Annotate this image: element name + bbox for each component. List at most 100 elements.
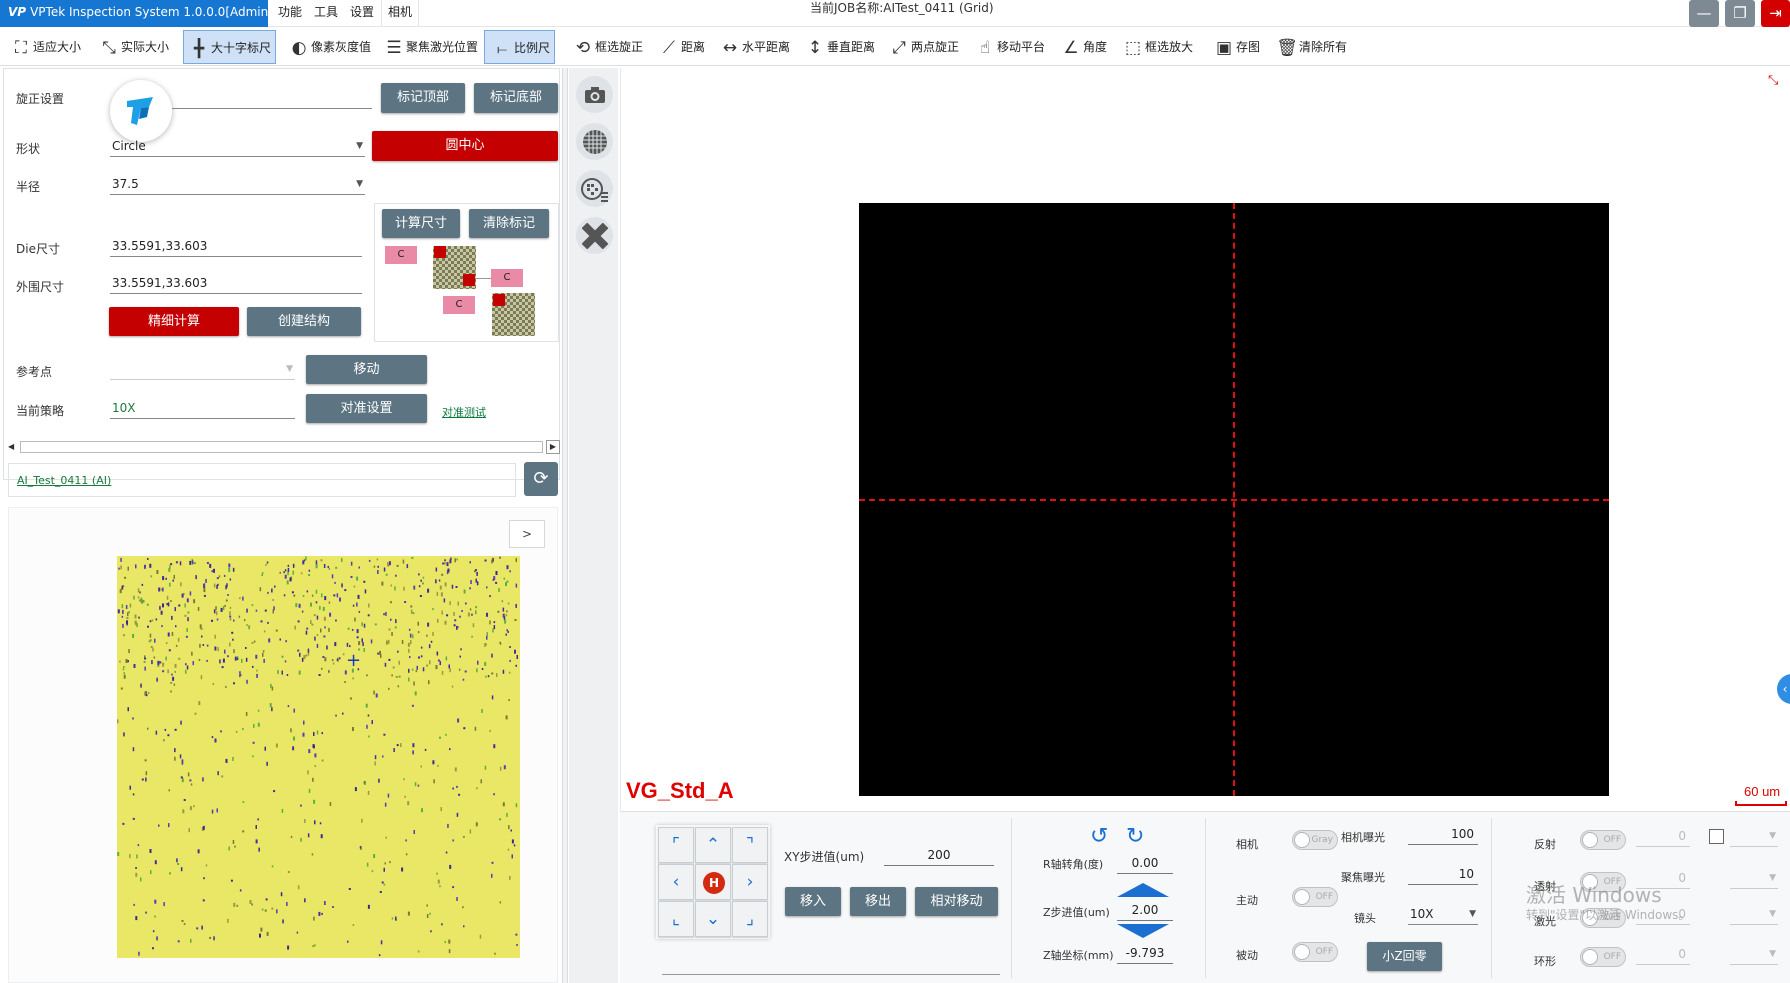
horizontal-distance-button[interactable]: ↔ 水平距离 [715,30,794,64]
refresh-recipe-button[interactable]: ⟳ [524,462,558,496]
actual-size-button[interactable]: ⤡ 实际大小 [94,30,173,64]
scroll-right-icon[interactable]: ▶ [546,440,560,454]
vertical-distance-button[interactable]: ↕ 垂直距离 [800,30,879,64]
mark-bottom-button[interactable]: 标记底部 [474,83,558,113]
side-expand-tab[interactable]: ‹ [1777,674,1790,704]
active-toggle[interactable]: OFF [1292,887,1338,907]
menu-camera[interactable]: 相机 [381,0,420,27]
box-rotate-button[interactable]: ⟲ 框选旋正 [568,30,647,64]
menu-settings[interactable]: 设置 [344,0,380,27]
defect-mark [269,703,272,708]
align-test-link[interactable]: 对准测试 [442,404,486,420]
defect-mark [235,730,238,733]
close-button[interactable]: ⇥ [1761,0,1790,27]
distance-button[interactable]: ⟋ 距离 [654,30,709,64]
clear-all-button[interactable]: 🗑清除所有 [1272,30,1351,64]
reflect-light-checkbox[interactable] [1709,829,1724,844]
passive-toggle[interactable]: OFF [1292,942,1338,962]
rotate-settings-field[interactable] [172,108,372,109]
jog-left-icon[interactable]: ‹ [658,864,694,900]
shape-select[interactable]: Circle ▼ [110,135,365,157]
r-axis-field[interactable]: 0.00 [1117,852,1173,874]
exposure-field[interactable]: 100 [1408,823,1478,845]
move-in-button[interactable]: 移入 [785,887,841,916]
menu-function[interactable]: 功能 [272,0,308,27]
reflect-light-select[interactable]: ▼ [1730,825,1778,847]
reference-point-select[interactable]: ▼ [110,358,295,380]
restore-button[interactable]: ❐ [1725,0,1755,27]
jog-right-icon[interactable]: › [732,864,768,900]
laser-light-select[interactable]: ▼ [1730,903,1778,925]
jog-down-right-icon[interactable]: ⌟ [732,901,768,937]
transmit-light-select[interactable]: ▼ [1730,867,1778,889]
camera-icon[interactable] [576,76,613,113]
minimize-button[interactable]: — [1689,0,1719,27]
move-button[interactable]: 移动 [306,355,427,384]
current-strategy-field[interactable]: 10X [110,397,295,419]
outer-size-field[interactable]: 33.5591,33.603 [110,272,362,294]
angle-button[interactable]: ∠ 角度 [1056,30,1111,64]
camera-mode-toggle[interactable]: Gray [1292,830,1338,850]
horizontal-scrollbar[interactable]: ◀ ▶ [8,440,561,454]
defect-mark [168,789,170,792]
rotate-cw-icon[interactable]: ↻ [1126,826,1144,848]
align-setup-button[interactable]: 对准设置 [306,394,427,423]
circle-center-button[interactable]: 圆中心 [372,131,558,161]
menu-tools[interactable]: 工具 [308,0,344,27]
grid-icon[interactable] [576,123,613,160]
jog-home-button[interactable]: H [695,864,731,900]
activation-watermark-subtitle: 转到"设置"以激活 Windows。 [1526,908,1691,922]
z-step-field[interactable]: 2.00 [1117,899,1173,921]
ruler-tools-icon[interactable] [576,217,613,254]
calc-size-button[interactable]: 计算尺寸 [382,209,460,238]
die-size-field[interactable]: 33.5591,33.603 [110,235,362,257]
jog-down-icon[interactable]: ⌄ [695,901,731,937]
move-stage-button[interactable]: ☝ 移动平台 [970,30,1049,64]
jog-up-left-icon[interactable]: ⌜ [658,827,694,863]
two-point-rotate-button[interactable]: ⤢ 两点旋正 [884,30,963,64]
jog-up-icon[interactable]: ⌃ [695,827,731,863]
rotate-ccw-icon[interactable]: ↺ [1090,826,1108,848]
z-up-icon[interactable] [1117,883,1169,897]
z-home-button[interactable]: 小Z回零 [1367,942,1442,971]
ring-light-toggle[interactable]: OFF [1580,947,1626,967]
defect-mark [405,839,407,842]
radius-select[interactable]: 37.5 ▼ [110,173,365,195]
ring-light-value[interactable]: 0 [1636,943,1690,965]
mark-top-button[interactable]: 标记顶部 [381,83,465,113]
recipe-name[interactable]: AI_Test_0411 (AI) [17,474,111,487]
z-down-icon[interactable] [1117,924,1169,938]
panel-splitter[interactable] [562,68,568,983]
assistant-floating-icon[interactable] [110,80,172,142]
xy-step-field[interactable]: 200 [884,844,994,866]
save-image-button[interactable]: ▣ 存图 [1209,30,1264,64]
ring-light-select[interactable]: ▼ [1730,943,1778,965]
fine-calc-button[interactable]: 精细计算 [109,307,239,336]
reflect-light-toggle[interactable]: OFF [1580,830,1626,850]
recipe-selector[interactable]: AI_Test_0411 (AI) [8,463,516,497]
collapse-arrows-icon[interactable]: ⤡ [1768,73,1778,88]
fit-size-button[interactable]: ⛶ 适应大小 [6,30,85,64]
pixel-gray-button[interactable]: ◐ 像素灰度值 [284,30,375,64]
scroll-left-icon[interactable]: ◀ [8,441,17,453]
reflect-light-value[interactable]: 0 [1636,825,1690,847]
move-out-button[interactable]: 移出 [850,887,906,916]
focus-exposure-field[interactable]: 10 [1408,863,1478,885]
wafer-map-icon[interactable] [576,170,613,207]
jog-down-left-icon[interactable]: ⌞ [658,901,694,937]
box-zoom-button[interactable]: ⬚ 框选放大 [1118,30,1197,64]
crosshair-ruler-button[interactable]: ╋ 大十字标尺 [183,30,277,64]
lens-select[interactable]: 10X ▼ [1408,903,1478,925]
create-structure-button[interactable]: 创建结构 [247,307,361,336]
focus-laser-button[interactable]: ☰ 聚焦激光位置 [379,30,482,64]
camera-image[interactable] [859,203,1609,796]
wafer-map[interactable]: + [117,556,520,958]
defect-mark [324,626,326,629]
clear-mark-button[interactable]: 清除标记 [469,209,549,238]
map-expand-button[interactable]: > [509,520,545,548]
jog-up-right-icon[interactable]: ⌝ [732,827,768,863]
scroll-thumb[interactable] [20,441,543,453]
z-position-field[interactable]: -9.793 [1117,942,1173,964]
scale-ruler-button[interactable]: ⟝ 比例尺 [484,30,556,64]
relative-move-button[interactable]: 相对移动 [915,887,998,916]
